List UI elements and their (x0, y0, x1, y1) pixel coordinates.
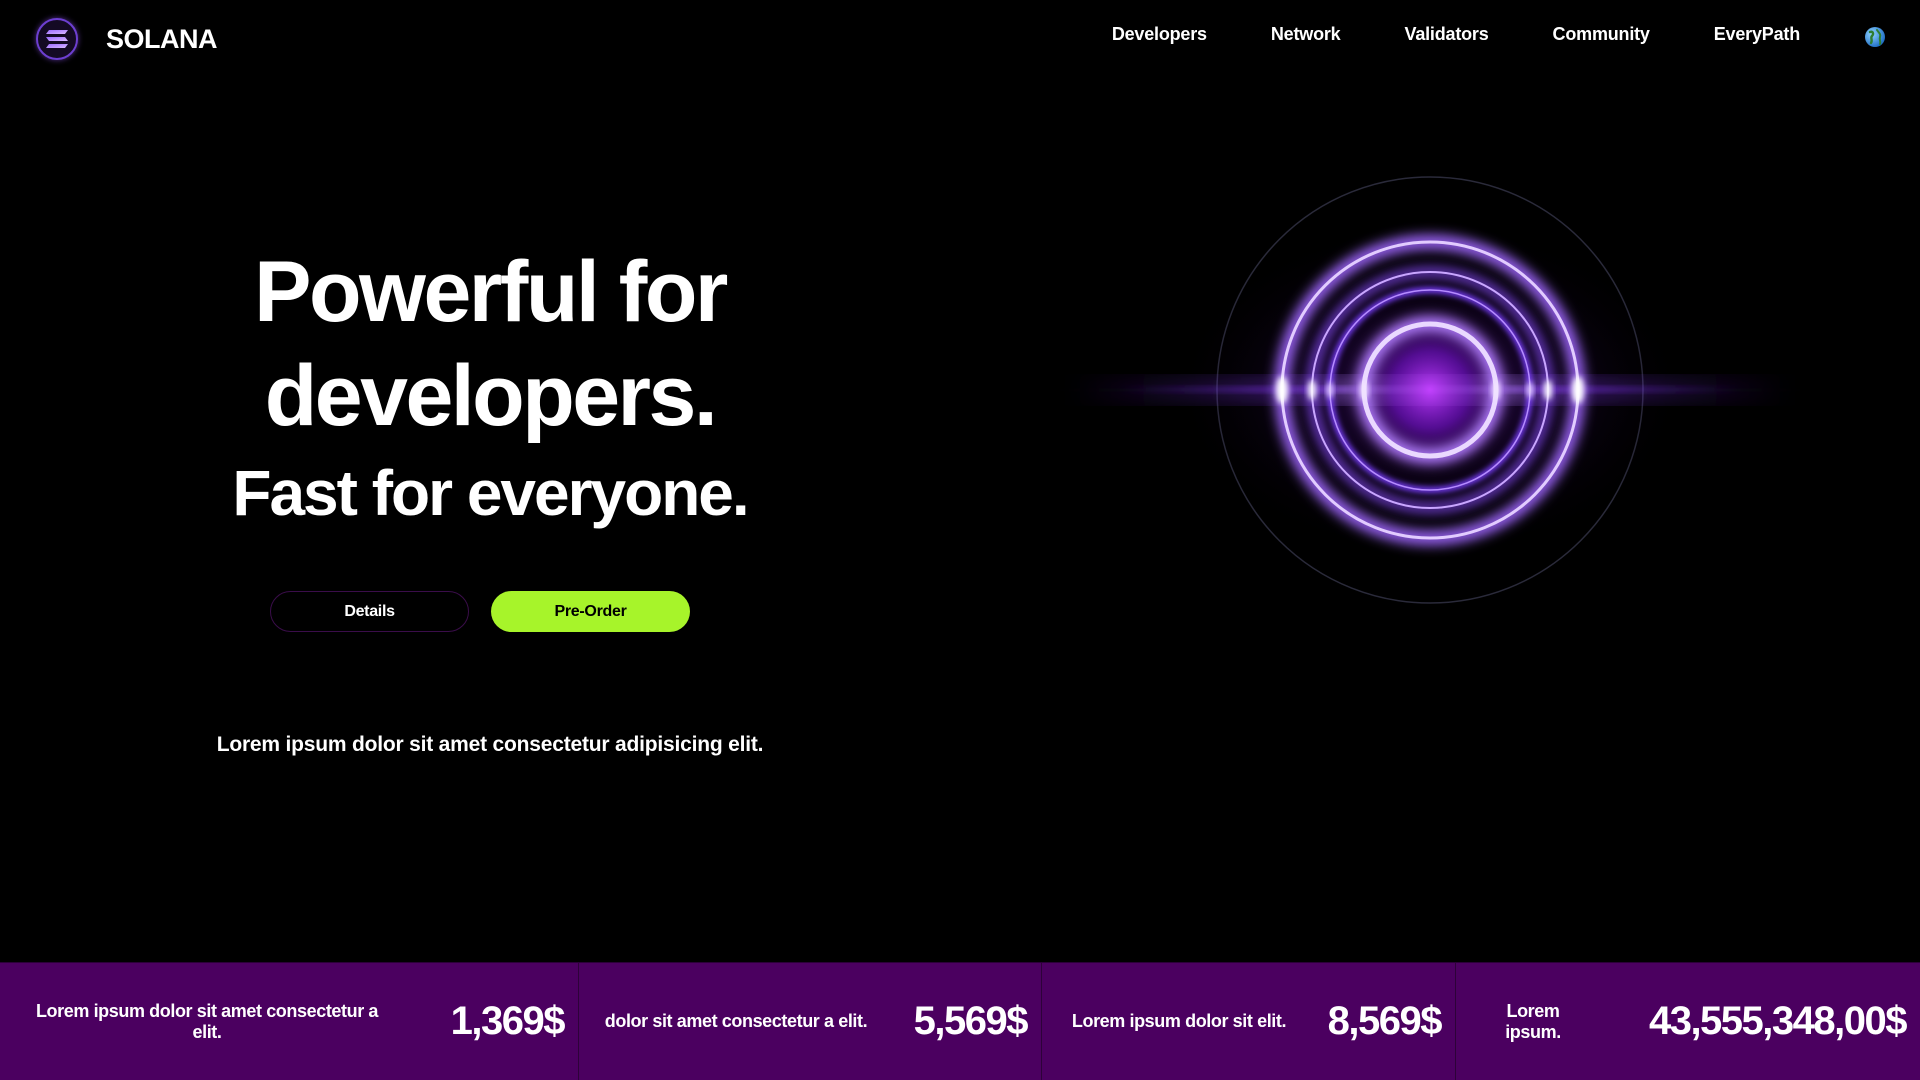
stat-item: dolor sit amet consectetur a elit. 5,569… (579, 963, 1042, 1080)
stat-item: Lorem ipsum. 43,555,348,00$ (1456, 963, 1920, 1080)
nav-link-community[interactable]: Community (1553, 24, 1650, 45)
hero-description: Lorem ipsum dolor sit amet consectetur a… (216, 733, 764, 756)
stat-label: dolor sit amet consectetur a elit. (604, 1011, 868, 1031)
stat-value: 5,569$ (913, 999, 1029, 1043)
stats-bar: Lorem ipsum dolor sit amet consectetur a… (0, 962, 1920, 1080)
nav-link-developers[interactable]: Developers (1112, 24, 1207, 45)
nav-links: Developers Network Validators Community … (1048, 24, 1800, 45)
hero-title-line-2: developers. (264, 348, 718, 444)
stat-label: Lorem ipsum dolor sit amet consectetur a… (35, 1000, 379, 1042)
stat-label: Lorem ipsum. (1505, 1000, 1561, 1042)
hero-subtitle: Fast for everyone. (232, 457, 749, 529)
globe-icon[interactable] (1864, 26, 1886, 48)
stat-item: Lorem ipsum dolor sit elit. 8,569$ (1042, 963, 1456, 1080)
page: SOLANA Developers Network Validators Com… (0, 0, 1920, 1080)
hero-heading: Powerful for developers. Fast for everyo… (0, 240, 980, 538)
brand-name: SOLANA (106, 23, 218, 54)
stat-item: Lorem ipsum dolor sit amet consectetur a… (0, 963, 579, 1080)
solana-logo-icon (36, 18, 78, 60)
nav-link-everypath[interactable]: EveryPath (1714, 24, 1800, 45)
nav-link-network[interactable]: Network (1271, 24, 1341, 45)
nav-link-validators[interactable]: Validators (1405, 24, 1489, 45)
navbar: SOLANA Developers Network Validators Com… (0, 0, 1920, 78)
hero-title-line-1: Powerful for (254, 244, 728, 340)
pre-order-button[interactable]: Pre-Order (491, 591, 690, 632)
details-button[interactable]: Details (270, 591, 469, 632)
brand-logo-link[interactable]: SOLANA (36, 18, 218, 60)
stat-value: 1,369$ (450, 999, 566, 1043)
hero-buttons: Details Pre-Order (270, 591, 690, 632)
glowing-rings-graphic (1060, 160, 1800, 620)
stat-label: Lorem ipsum dolor sit elit. (1071, 1011, 1287, 1031)
stat-value: 8,569$ (1327, 999, 1443, 1043)
stat-value: 43,555,348,00$ (1648, 999, 1908, 1043)
